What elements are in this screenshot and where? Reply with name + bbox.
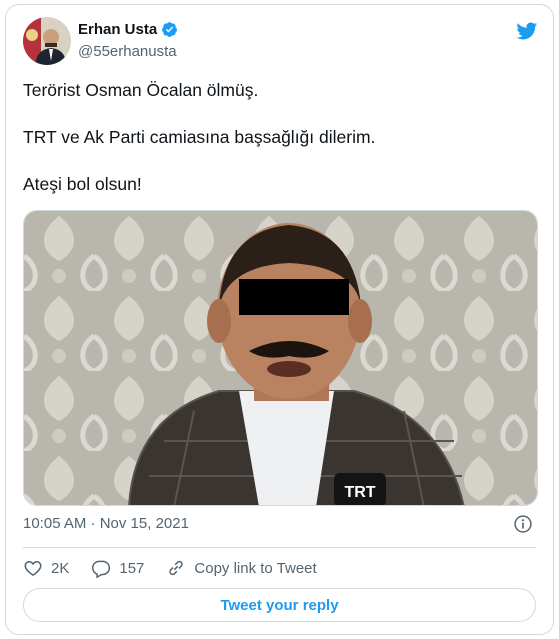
- avatar[interactable]: [23, 17, 71, 65]
- tweet-timestamp[interactable]: 10:05 AM · Nov 15, 2021: [23, 515, 189, 532]
- reply-action[interactable]: 157: [91, 558, 144, 578]
- verified-badge-icon: [162, 22, 178, 37]
- like-count: 2K: [51, 559, 70, 577]
- heart-icon: [24, 560, 42, 576]
- tweet-line: Terörist Osman Öcalan ölmüş.: [23, 80, 259, 100]
- author-name-row[interactable]: Erhan Usta: [78, 21, 178, 38]
- tweet-card: Erhan Usta @55erhanusta Terörist Osman Ö…: [5, 4, 554, 635]
- author-handle[interactable]: @55erhanusta: [78, 43, 177, 60]
- author-name[interactable]: Erhan Usta: [78, 21, 157, 38]
- copy-link-label: Copy link to Tweet: [194, 559, 317, 577]
- microphone-logo-text: TRT: [344, 484, 375, 501]
- tweet-actions: 2K 157 Copy link to Tweet: [23, 558, 339, 578]
- info-icon[interactable]: [513, 514, 533, 534]
- tweet-line: TRT ve Ak Parti camiasına başsağlığı dil…: [23, 127, 376, 147]
- tweet-line: Ateşi bol olsun!: [23, 174, 142, 194]
- reply-icon: [92, 560, 111, 578]
- tweet-photo[interactable]: TRT: [23, 210, 538, 506]
- tweet-text: Terörist Osman Öcalan ölmüş. TRT ve Ak P…: [23, 78, 533, 219]
- divider: [23, 547, 536, 548]
- link-icon: [169, 560, 184, 576]
- tweet-your-reply-button[interactable]: Tweet your reply: [23, 588, 536, 622]
- like-button[interactable]: 2K: [23, 558, 69, 578]
- reply-count: 157: [119, 559, 145, 577]
- copy-link-button[interactable]: Copy link to Tweet: [166, 558, 317, 578]
- twitter-bird-icon[interactable]: [514, 20, 539, 42]
